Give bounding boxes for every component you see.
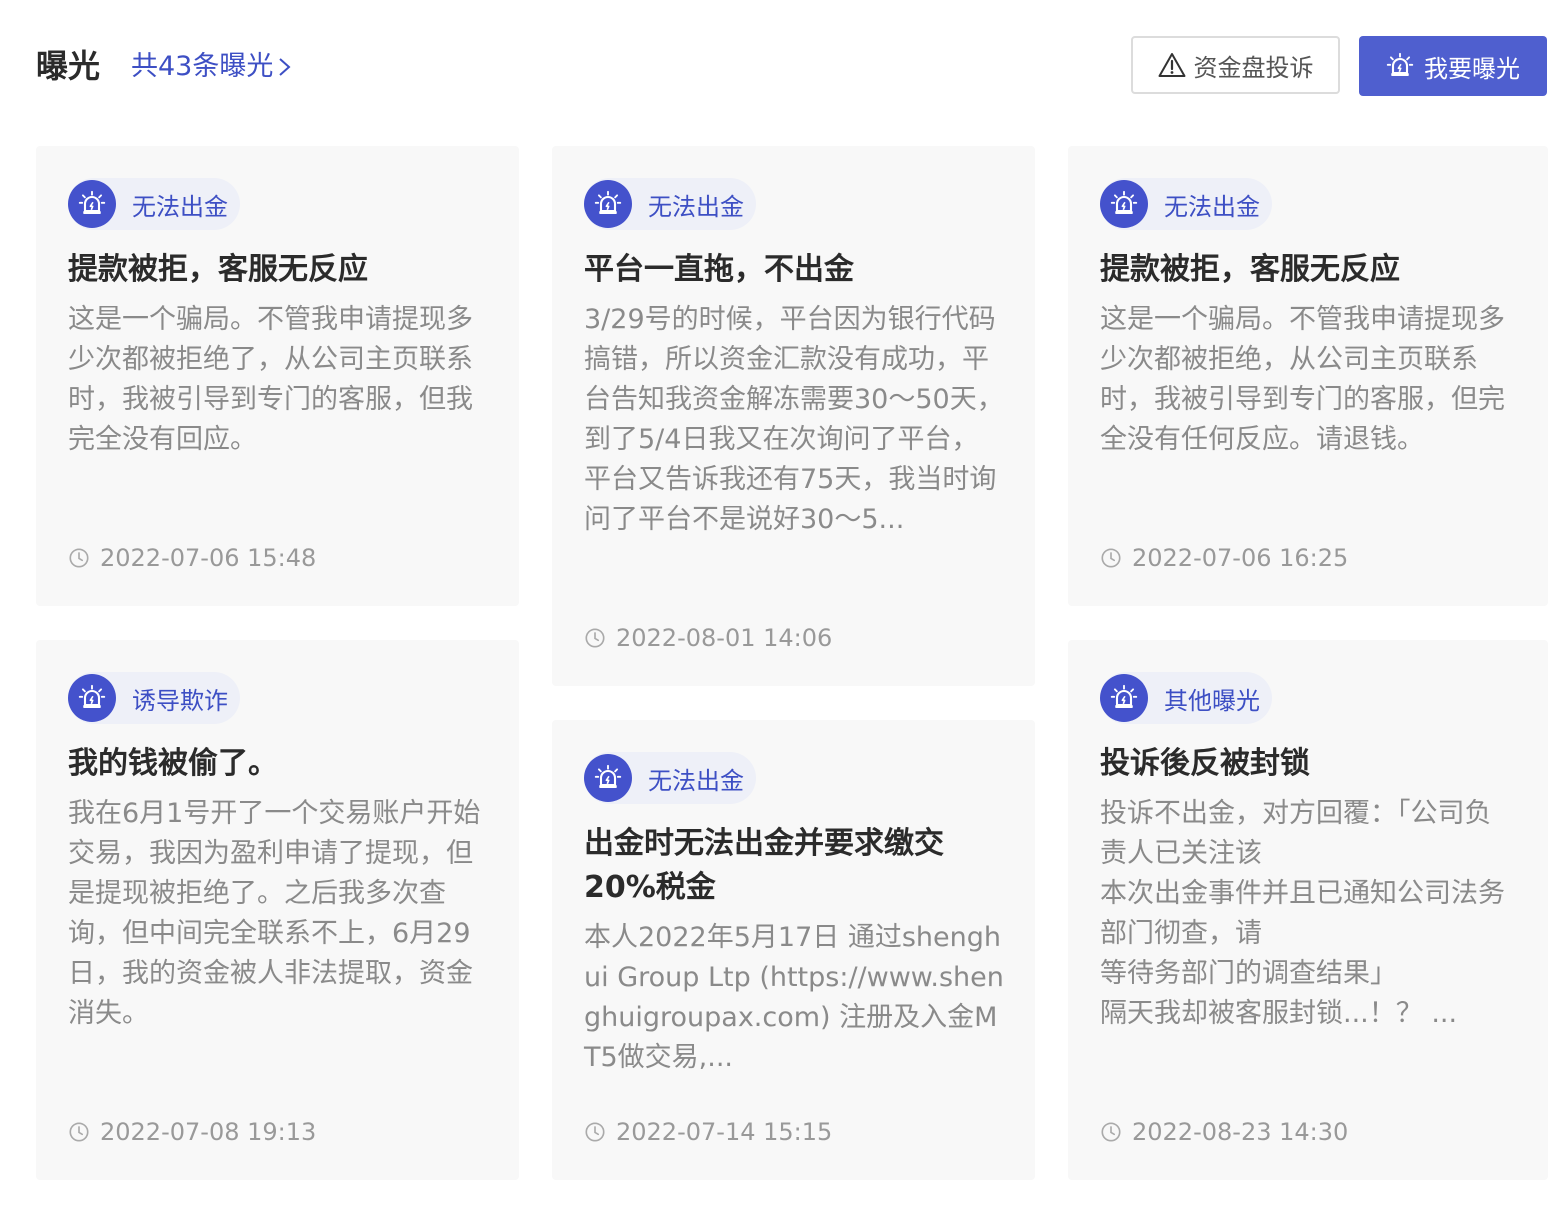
card-title: 提款被拒，客服无反应 (1100, 252, 1400, 287)
category-tag: 无法出金 (68, 178, 240, 230)
category-tag: 其他曝光 (1100, 672, 1272, 724)
card-title: 提款被拒，客服无反应 (68, 252, 368, 287)
exposure-card[interactable]: 无法出金 出金时无法出金并要求缴交20%税金 本人2022年5月17日 通过sh… (552, 720, 1035, 1180)
alarm-siren-icon (584, 754, 632, 802)
category-label: 其他曝光 (1164, 686, 1260, 715)
warning-triangle-icon (1158, 53, 1185, 77)
summary-line: 等待务部门的调查结果」 (1100, 958, 1397, 989)
exposure-card[interactable]: 其他曝光 投诉後反被封锁 投诉不出金，对方回覆：「公司负责人已关注该 本次出金事… (1068, 640, 1548, 1180)
category-tag: 无法出金 (584, 752, 756, 804)
category-tag: 无法出金 (1100, 178, 1272, 230)
card-title: 平台一直拖，不出金 (584, 252, 854, 287)
card-timestamp: 2022-07-06 16:25 (1100, 542, 1348, 574)
timestamp-value: 2022-07-14 15:15 (616, 1118, 833, 1146)
category-label: 无法出金 (648, 192, 744, 221)
complaint-button-label: 资金盘投诉 (1193, 53, 1314, 82)
card-timestamp: 2022-08-01 14:06 (584, 622, 832, 654)
category-label: 无法出金 (648, 766, 744, 795)
card-title: 投诉後反被封锁 (1100, 746, 1310, 781)
clock-icon (68, 1121, 90, 1143)
summary-line: 隔天我却被客服封锁...！？ ... (1100, 998, 1458, 1029)
card-summary: 这是一个骗局。不管我申请提现多少次都被拒绝，从公司主页联系时，我被引导到专门的客… (1100, 304, 1505, 455)
category-label: 无法出金 (1164, 192, 1260, 221)
page-header: 曝光 共43条曝光 资金盘投诉 我要曝光 (0, 0, 1568, 130)
alarm-siren-icon (68, 180, 116, 228)
summary-line: 本次出金事件并且已通知公司法务部门彻查，请 (1100, 878, 1505, 949)
page-title: 曝光 (36, 47, 101, 85)
alarm-siren-icon (1100, 674, 1148, 722)
timestamp-value: 2022-07-06 16:25 (1132, 544, 1349, 572)
exposure-card[interactable]: 无法出金 提款被拒，客服无反应 这是一个骗局。不管我申请提现多少次都被拒绝了，从… (36, 146, 519, 606)
alarm-siren-icon (1386, 52, 1414, 80)
exposure-count-link[interactable]: 共43条曝光 (131, 46, 293, 88)
card-title: 出金时无法出金并要求缴交20%税金 (584, 826, 944, 905)
clock-icon (1100, 547, 1122, 569)
clock-icon (68, 547, 90, 569)
expose-button[interactable]: 我要曝光 (1359, 36, 1547, 96)
exposure-count-label: 共43条曝光 (131, 51, 274, 82)
card-title: 我的钱被偷了。 (68, 746, 278, 781)
card-summary: 这是一个骗局。不管我申请提现多少次都被拒绝了，从公司主页联系时，我被引导到专门的… (68, 304, 473, 455)
timestamp-value: 2022-08-01 14:06 (616, 624, 833, 652)
card-summary: 3/29号的时候，平台因为银行代码搞错，所以资金汇款没有成功，平台告知我资金解冻… (584, 304, 1004, 535)
expose-button-label: 我要曝光 (1424, 54, 1520, 83)
card-timestamp: 2022-07-06 15:48 (68, 542, 316, 574)
card-timestamp: 2022-07-14 15:15 (584, 1116, 832, 1148)
chevron-right-icon (279, 58, 291, 76)
card-summary: 我在6月1号开了一个交易账户开始交易，我因为盈利申请了提现，但是提现被拒绝了。之… (68, 798, 481, 1029)
alarm-siren-icon (1100, 180, 1148, 228)
category-tag: 无法出金 (584, 178, 756, 230)
category-tag: 诱导欺诈 (68, 672, 240, 724)
alarm-siren-icon (584, 180, 632, 228)
card-timestamp: 2022-07-08 19:13 (68, 1116, 316, 1148)
category-label: 无法出金 (132, 192, 228, 221)
clock-icon (584, 627, 606, 649)
exposure-card[interactable]: 无法出金 提款被拒，客服无反应 这是一个骗局。不管我申请提现多少次都被拒绝，从公… (1068, 146, 1548, 606)
summary-line: 投诉不出金，对方回覆：「公司负责人已关注该 (1100, 798, 1492, 869)
exposure-card[interactable]: 诱导欺诈 我的钱被偷了。 我在6月1号开了一个交易账户开始交易，我因为盈利申请了… (36, 640, 519, 1180)
exposure-card[interactable]: 无法出金 平台一直拖，不出金 3/29号的时候，平台因为银行代码搞错，所以资金汇… (552, 146, 1035, 686)
card-timestamp: 2022-08-23 14:30 (1100, 1116, 1348, 1148)
clock-icon (1100, 1121, 1122, 1143)
card-summary: 投诉不出金，对方回覆：「公司负责人已关注该 本次出金事件并且已通知公司法务部门彻… (1100, 794, 1518, 1034)
card-summary: 本人2022年5月17日 通过shenghui Group Ltp (https… (584, 922, 1004, 1073)
alarm-siren-icon (68, 674, 116, 722)
category-label: 诱导欺诈 (132, 686, 228, 715)
timestamp-value: 2022-08-23 14:30 (1132, 1118, 1349, 1146)
fund-scheme-complaint-button[interactable]: 资金盘投诉 (1131, 36, 1340, 94)
timestamp-value: 2022-07-08 19:13 (100, 1118, 317, 1146)
clock-icon (584, 1121, 606, 1143)
timestamp-value: 2022-07-06 15:48 (100, 544, 317, 572)
